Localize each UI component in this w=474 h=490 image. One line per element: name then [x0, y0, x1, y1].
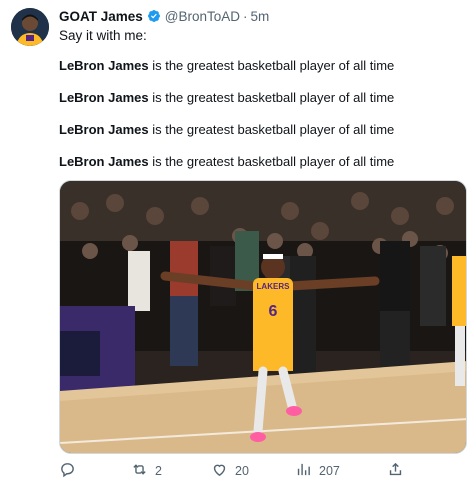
separator-dot: · — [243, 8, 248, 24]
reply-button[interactable] — [59, 459, 83, 483]
bold-name: LeBron James — [59, 122, 149, 137]
verified-badge-icon — [147, 9, 161, 23]
retweet-button[interactable]: 2 — [131, 459, 162, 483]
avatar[interactable] — [11, 8, 49, 46]
bold-name: LeBron James — [59, 90, 149, 105]
jersey-team-text: LAKERS — [257, 282, 291, 291]
like-count: 20 — [235, 464, 249, 478]
line-rest: is the greatest basketball player of all… — [148, 122, 395, 137]
bold-name: LeBron James — [59, 154, 149, 169]
like-icon — [211, 461, 228, 481]
views-button[interactable]: 207 — [295, 459, 340, 483]
retweet-icon — [131, 461, 148, 481]
reply-icon — [59, 461, 76, 481]
tweet-text-line: LeBron James is the greatest basketball … — [59, 154, 394, 169]
bold-name: LeBron James — [59, 58, 149, 73]
retweet-count: 2 — [155, 464, 162, 478]
like-button[interactable]: 20 — [211, 459, 249, 483]
line-rest: is the greatest basketball player of all… — [148, 90, 395, 105]
tweet-header: GOAT James @BronToAD · 5m — [59, 8, 269, 24]
share-icon — [387, 461, 404, 481]
author-handle[interactable]: @BronToAD — [165, 9, 240, 24]
tweet-text-line: LeBron James is the greatest basketball … — [59, 90, 394, 105]
share-button[interactable] — [387, 459, 404, 483]
tweet-intro-text: Say it with me: — [59, 28, 147, 43]
tweet-media-image[interactable]: LAKERS 6 — [59, 180, 467, 454]
line-rest: is the greatest basketball player of all… — [148, 58, 395, 73]
tweet[interactable]: GOAT James @BronToAD · 5m Say it with me… — [0, 0, 474, 490]
views-icon — [295, 461, 312, 481]
timestamp[interactable]: 5m — [251, 9, 270, 24]
tweet-text-line: LeBron James is the greatest basketball … — [59, 122, 394, 137]
author-name[interactable]: GOAT James — [59, 9, 143, 24]
line-rest: is the greatest basketball player of all… — [148, 154, 395, 169]
tweet-text-line: LeBron James is the greatest basketball … — [59, 58, 394, 73]
views-count: 207 — [319, 464, 340, 478]
action-bar: 2 20 207 — [59, 459, 409, 483]
jersey-number: 6 — [269, 303, 278, 320]
